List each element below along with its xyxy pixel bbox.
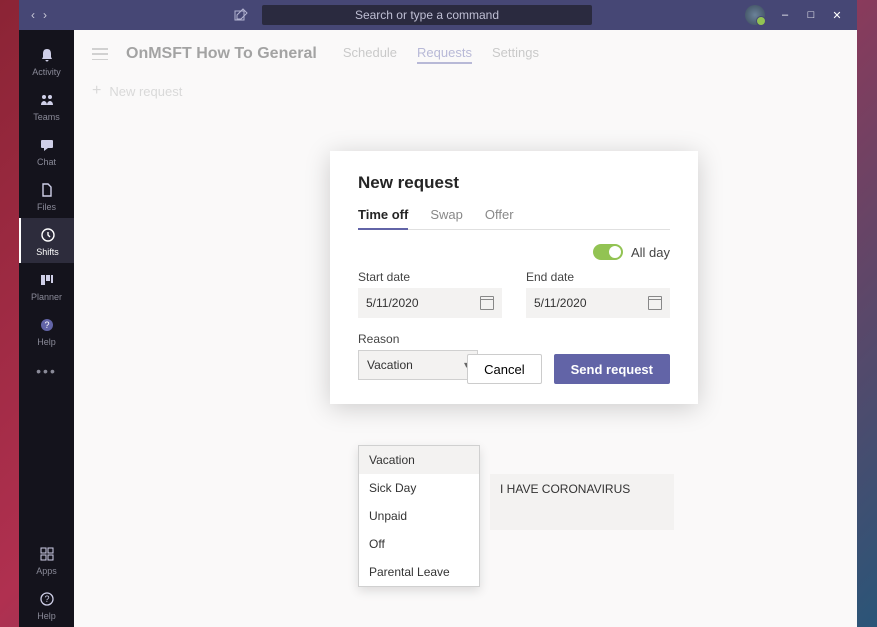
nav-arrows: ‹ › [19, 8, 59, 22]
modal-title: New request [358, 173, 670, 193]
rail-label: Apps [36, 566, 57, 576]
rail-more[interactable]: ••• [36, 353, 57, 389]
reason-label: Reason [358, 332, 670, 346]
title-bar: ‹ › Search or type a command – □ ✕ [19, 0, 857, 30]
rail-label: Chat [37, 157, 56, 167]
all-day-row: All day [358, 244, 670, 260]
planner-icon [38, 271, 56, 289]
rail-files[interactable]: Files [19, 173, 74, 218]
send-request-button[interactable]: Send request [554, 354, 670, 384]
rail-label: Teams [33, 112, 60, 122]
app-body: Activity Teams Chat Files Shifts Planner [19, 30, 857, 627]
calendar-icon [480, 296, 494, 310]
forward-button[interactable]: › [43, 8, 47, 22]
shifts-icon [39, 226, 57, 244]
end-date-input[interactable]: 5/11/2020 [526, 288, 670, 318]
minimize-button[interactable]: – [779, 9, 791, 21]
rail-chat[interactable]: Chat [19, 128, 74, 173]
svg-text:?: ? [44, 594, 49, 604]
maximize-button[interactable]: □ [805, 9, 817, 21]
all-day-toggle[interactable] [593, 244, 623, 260]
reason-select[interactable]: Vacation ▾ [358, 350, 478, 380]
start-date-label: Start date [358, 270, 502, 284]
svg-text:?: ? [44, 320, 49, 330]
rail-label: Shifts [36, 247, 59, 257]
help-circle-icon: ? [38, 590, 56, 608]
reason-option-vacation[interactable]: Vacation [359, 446, 479, 474]
modal-tab-offer[interactable]: Offer [485, 207, 514, 229]
start-date-value: 5/11/2020 [366, 296, 419, 310]
main-area: OnMSFT How To General Schedule Requests … [74, 30, 857, 627]
rail-label: Files [37, 202, 56, 212]
compose-icon[interactable] [234, 8, 248, 22]
modal-tab-swap[interactable]: Swap [430, 207, 463, 229]
bell-icon [38, 46, 56, 64]
end-date-value: 5/11/2020 [534, 296, 587, 310]
calendar-icon [648, 296, 662, 310]
reason-option-off[interactable]: Off [359, 530, 479, 558]
rail-label: Planner [31, 292, 62, 302]
apps-icon [38, 545, 56, 563]
cancel-button[interactable]: Cancel [467, 354, 541, 384]
rail-label: Help [37, 611, 56, 621]
rail-apps[interactable]: Apps [19, 537, 74, 582]
new-request-modal: New request Time off Swap Offer All day … [330, 151, 698, 404]
left-rail: Activity Teams Chat Files Shifts Planner [19, 30, 74, 627]
modal-tab-timeoff[interactable]: Time off [358, 207, 408, 230]
reason-option-parental[interactable]: Parental Leave [359, 558, 479, 586]
note-textarea[interactable]: I HAVE CORONAVIRUS [490, 474, 674, 530]
reason-dropdown: Vacation Sick Day Unpaid Off Parental Le… [358, 445, 480, 587]
back-button[interactable]: ‹ [31, 8, 35, 22]
teams-icon [38, 91, 56, 109]
rail-label: Help [37, 337, 56, 347]
modal-tabs: Time off Swap Offer [358, 207, 670, 230]
all-day-label: All day [631, 245, 670, 260]
rail-label: Activity [32, 67, 61, 77]
window-controls: – □ ✕ [745, 5, 857, 25]
close-button[interactable]: ✕ [831, 9, 843, 21]
rail-shifts[interactable]: Shifts [19, 218, 74, 263]
app-window: ‹ › Search or type a command – □ ✕ Activ… [19, 0, 857, 627]
start-date-field: Start date 5/11/2020 [358, 270, 502, 318]
rail-teams[interactable]: Teams [19, 83, 74, 128]
search-input[interactable]: Search or type a command [262, 5, 592, 25]
avatar[interactable] [745, 5, 765, 25]
files-icon [38, 181, 56, 199]
modal-footer: Cancel Send request [467, 354, 670, 384]
rail-activity[interactable]: Activity [19, 38, 74, 83]
reason-value: Vacation [367, 358, 413, 372]
chat-icon [38, 136, 56, 154]
end-date-field: End date 5/11/2020 [526, 270, 670, 318]
rail-help[interactable]: ? Help [19, 308, 74, 353]
rail-planner[interactable]: Planner [19, 263, 74, 308]
start-date-input[interactable]: 5/11/2020 [358, 288, 502, 318]
reason-option-sickday[interactable]: Sick Day [359, 474, 479, 502]
end-date-label: End date [526, 270, 670, 284]
help-icon: ? [38, 316, 56, 334]
reason-option-unpaid[interactable]: Unpaid [359, 502, 479, 530]
rail-help-bottom[interactable]: ? Help [19, 582, 74, 627]
